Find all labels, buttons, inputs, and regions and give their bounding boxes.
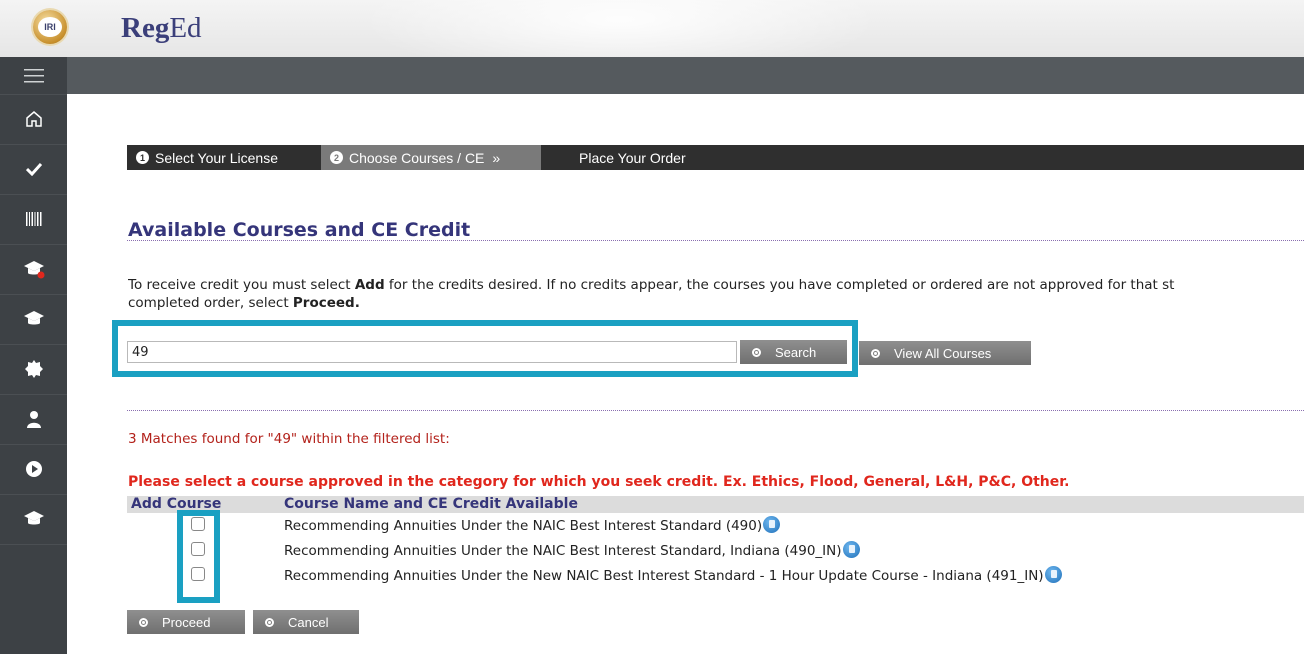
sidebar-item-videos[interactable] <box>0 444 67 495</box>
badge-icon <box>24 360 43 378</box>
step-label: Place Your Order <box>579 149 686 166</box>
title-divider <box>127 240 1304 241</box>
view-all-button-icon <box>871 348 880 358</box>
table-row: Recommending Annuities Under the New NAI… <box>127 565 1304 587</box>
course-info-icon[interactable] <box>842 541 860 558</box>
sidebar-item-barcode[interactable] <box>0 194 67 245</box>
cancel-button[interactable]: Cancel <box>253 610 359 634</box>
course-name-text: Recommending Annuities Under the New NAI… <box>284 568 1044 584</box>
search-divider <box>127 410 1304 411</box>
checkmark-icon <box>25 162 42 176</box>
step-number: 1 <box>136 151 149 164</box>
search-highlight-box <box>112 320 858 377</box>
header-swoosh-decoration <box>360 0 880 57</box>
barcode-icon <box>25 212 41 226</box>
course-name-text: Recommending Annuities Under the NAIC Be… <box>284 543 842 559</box>
brand-rest: Ed <box>169 12 202 44</box>
proceed-button[interactable]: Proceed <box>127 610 245 634</box>
course-name-text: Recommending Annuities Under the NAIC Be… <box>284 518 763 534</box>
intro-text-part: completed order, select <box>128 295 293 311</box>
step-arrow-icon: » <box>492 149 501 166</box>
table-row: Recommending Annuities Under the NAIC Be… <box>127 515 1304 537</box>
sidebar-menu-button[interactable] <box>0 57 67 95</box>
cancel-button-icon <box>265 617 274 627</box>
sidebar-item-home[interactable] <box>0 94 67 145</box>
sidebar-item-certificates[interactable] <box>0 344 67 395</box>
course-table-header: Add Course Course Name and CE Credit Ava… <box>127 496 1304 513</box>
step-label: Choose Courses / CE <box>349 149 485 166</box>
home-icon <box>25 111 42 127</box>
intro-text-part: for the credits desired. If no credits a… <box>384 277 1175 293</box>
category-warning-text: Please select a course approved in the c… <box>128 474 1070 490</box>
order-steps: 1 Select Your License 2 Choose Courses /… <box>127 145 1304 170</box>
brand-logo[interactable]: RegEd <box>121 12 202 45</box>
menu-icon <box>23 68 44 82</box>
proceed-button-label: Proceed <box>162 614 211 630</box>
sidebar-item-learning[interactable] <box>0 494 67 545</box>
play-icon <box>25 461 42 477</box>
user-icon <box>26 411 41 428</box>
checkbox-highlight-box <box>177 510 220 603</box>
view-all-button-label: View All Courses <box>894 345 992 361</box>
sidebar <box>0 57 67 654</box>
sidebar-item-education[interactable] <box>0 294 67 345</box>
iri-logo-icon[interactable]: IRI <box>33 10 67 44</box>
sidebar-item-checklist[interactable] <box>0 144 67 195</box>
course-name: Recommending Annuities Under the NAIC Be… <box>284 516 781 534</box>
sidebar-item-courses-alert[interactable] <box>0 244 67 295</box>
step-select-license[interactable]: 1 Select Your License <box>127 145 317 170</box>
course-info-icon[interactable] <box>1044 566 1062 583</box>
graduation-cap-alert-icon <box>23 261 44 279</box>
top-header: IRI RegEd <box>0 0 1304 58</box>
table-row: Recommending Annuities Under the NAIC Be… <box>127 540 1304 562</box>
intro-line-2: completed order, select Proceed. <box>128 294 1304 312</box>
step-choose-courses[interactable]: 2 Choose Courses / CE » <box>321 145 541 170</box>
cancel-button-label: Cancel <box>288 614 329 630</box>
course-name: Recommending Annuities Under the NAIC Be… <box>284 541 860 559</box>
step-place-order[interactable]: Place Your Order <box>579 145 779 170</box>
matches-count-text: 3 Matches found for "49" within the filt… <box>128 431 450 447</box>
graduation-cap-icon <box>23 311 44 325</box>
graduation-cap-icon <box>23 511 44 525</box>
intro-text-part: To receive credit you must select <box>128 277 355 293</box>
page-title: Available Courses and CE Credit <box>128 219 471 241</box>
top-navbar <box>0 57 1304 94</box>
proceed-button-icon <box>139 617 148 627</box>
brand-bold: Reg <box>121 12 170 44</box>
course-info-icon[interactable] <box>763 516 781 533</box>
intro-proceed-emphasis: Proceed. <box>292 295 360 311</box>
intro-text: To receive credit you must select Add fo… <box>128 276 1304 312</box>
intro-add-emphasis: Add <box>354 277 385 293</box>
step-label: Select Your License <box>155 149 278 166</box>
course-name: Recommending Annuities Under the New NAI… <box>284 566 1062 584</box>
view-all-courses-button[interactable]: View All Courses <box>859 341 1031 365</box>
column-header-course-name: Course Name and CE Credit Available <box>284 496 578 512</box>
logo-badge-text: IRI <box>38 17 62 37</box>
step-number: 2 <box>330 151 343 164</box>
sidebar-item-profile[interactable] <box>0 394 67 445</box>
